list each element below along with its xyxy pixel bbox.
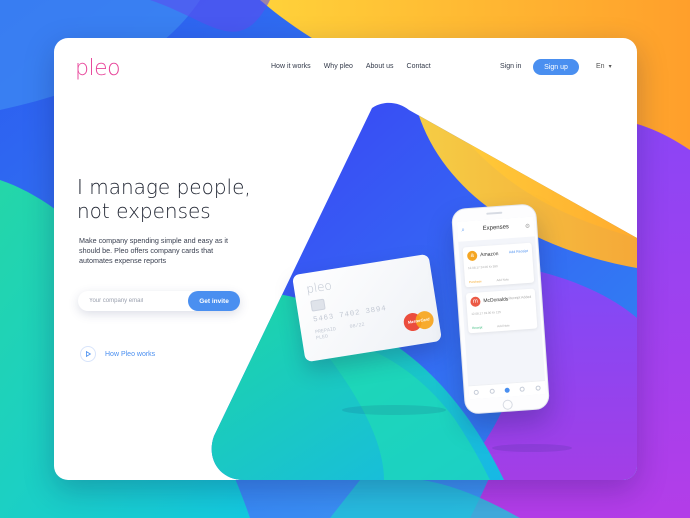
mcdonalds-icon: m <box>470 296 481 308</box>
language-label: En <box>596 63 605 70</box>
pleo-logo[interactable]: pleo <box>75 56 121 81</box>
landing-window: pleo How it works Why pleo About us Cont… <box>54 38 637 480</box>
expense-item-amazon: a Amazon Add Receipt 12.08.17 24.00 Kr 3… <box>462 242 535 288</box>
main-nav: How it works Why pleo About us Contact <box>271 63 444 70</box>
expense-details: 12.08.17 19.00 Kr 125 <box>471 309 502 317</box>
expense-tag: Receipt Added <box>508 294 532 301</box>
expense-footer: Purchase Add Note <box>469 277 509 284</box>
play-icon <box>80 346 96 362</box>
card-logo: pleo <box>305 278 333 297</box>
language-selector[interactable]: En ▾ <box>596 63 612 70</box>
nav-contact[interactable]: Contact <box>407 63 431 70</box>
card-holder: PREPAID PLEO <box>315 326 338 341</box>
card-chip-icon <box>310 298 326 312</box>
company-email-input[interactable] <box>89 295 184 307</box>
app-header: ⌕ Expenses ⚙ <box>456 216 536 242</box>
nav-about-us[interactable]: About us <box>366 63 394 70</box>
get-invite-button[interactable]: Get invite <box>188 291 240 311</box>
expense-footer: Receipt Add Note <box>472 323 510 330</box>
how-pleo-works-label: How Pleo works <box>105 350 156 358</box>
expense-merchant: McDonalds <box>483 296 509 305</box>
hero-subtitle: Make company spending simple and easy as… <box>79 236 229 265</box>
expense-footer-left: Receipt <box>472 325 483 331</box>
tab-expenses-icon[interactable] <box>504 387 510 393</box>
invite-form: Get invite <box>78 291 240 311</box>
expense-tag: Add Receipt <box>508 248 529 255</box>
expense-footer-right: Add Note <box>497 323 510 329</box>
app-tabbar <box>468 380 547 400</box>
expense-merchant: Amazon <box>479 251 499 259</box>
tab-team-icon[interactable] <box>519 386 526 392</box>
nav-why-pleo[interactable]: Why pleo <box>324 63 353 70</box>
tab-cards-icon[interactable] <box>489 388 495 394</box>
nav-how-it-works[interactable]: How it works <box>271 63 311 70</box>
phone-mockup: ⌕ Expenses ⚙ a Amazon Add Receipt 12.08.… <box>450 203 551 415</box>
tab-settings-icon[interactable] <box>535 385 541 391</box>
tab-home-icon[interactable] <box>473 389 480 396</box>
expense-item-mcdonalds: m McDonalds Receipt Added 12.08.17 19.00… <box>465 288 538 334</box>
expense-footer-left: Purchase <box>468 279 482 285</box>
sign-in-link[interactable]: Sign in <box>500 63 521 70</box>
expense-details: 12.08.17 24.00 Kr 390 <box>467 264 498 271</box>
expense-footer-right: Add Note <box>496 277 510 283</box>
phone-home-button <box>502 399 514 411</box>
phone-screen: ⌕ Expenses ⚙ a Amazon Add Receipt 12.08.… <box>456 216 547 400</box>
sign-up-button[interactable]: Sign up <box>533 59 579 75</box>
card-expiry: 08/22 <box>349 321 366 330</box>
hero-title-line1: I manage people, <box>77 175 251 199</box>
hero-title-line2: not expenses <box>77 199 211 223</box>
mastercard-logo-icon: MasterCard <box>402 309 435 333</box>
how-pleo-works-link[interactable]: How Pleo works <box>80 346 155 362</box>
phone-speaker <box>486 211 503 215</box>
hero-title: I manage people, not expenses <box>77 175 287 223</box>
amazon-icon: a <box>466 250 478 262</box>
filter-icon: ⚙ <box>524 223 531 231</box>
chevron-down-icon: ▾ <box>608 64 612 70</box>
app-title: Expenses <box>482 224 510 233</box>
